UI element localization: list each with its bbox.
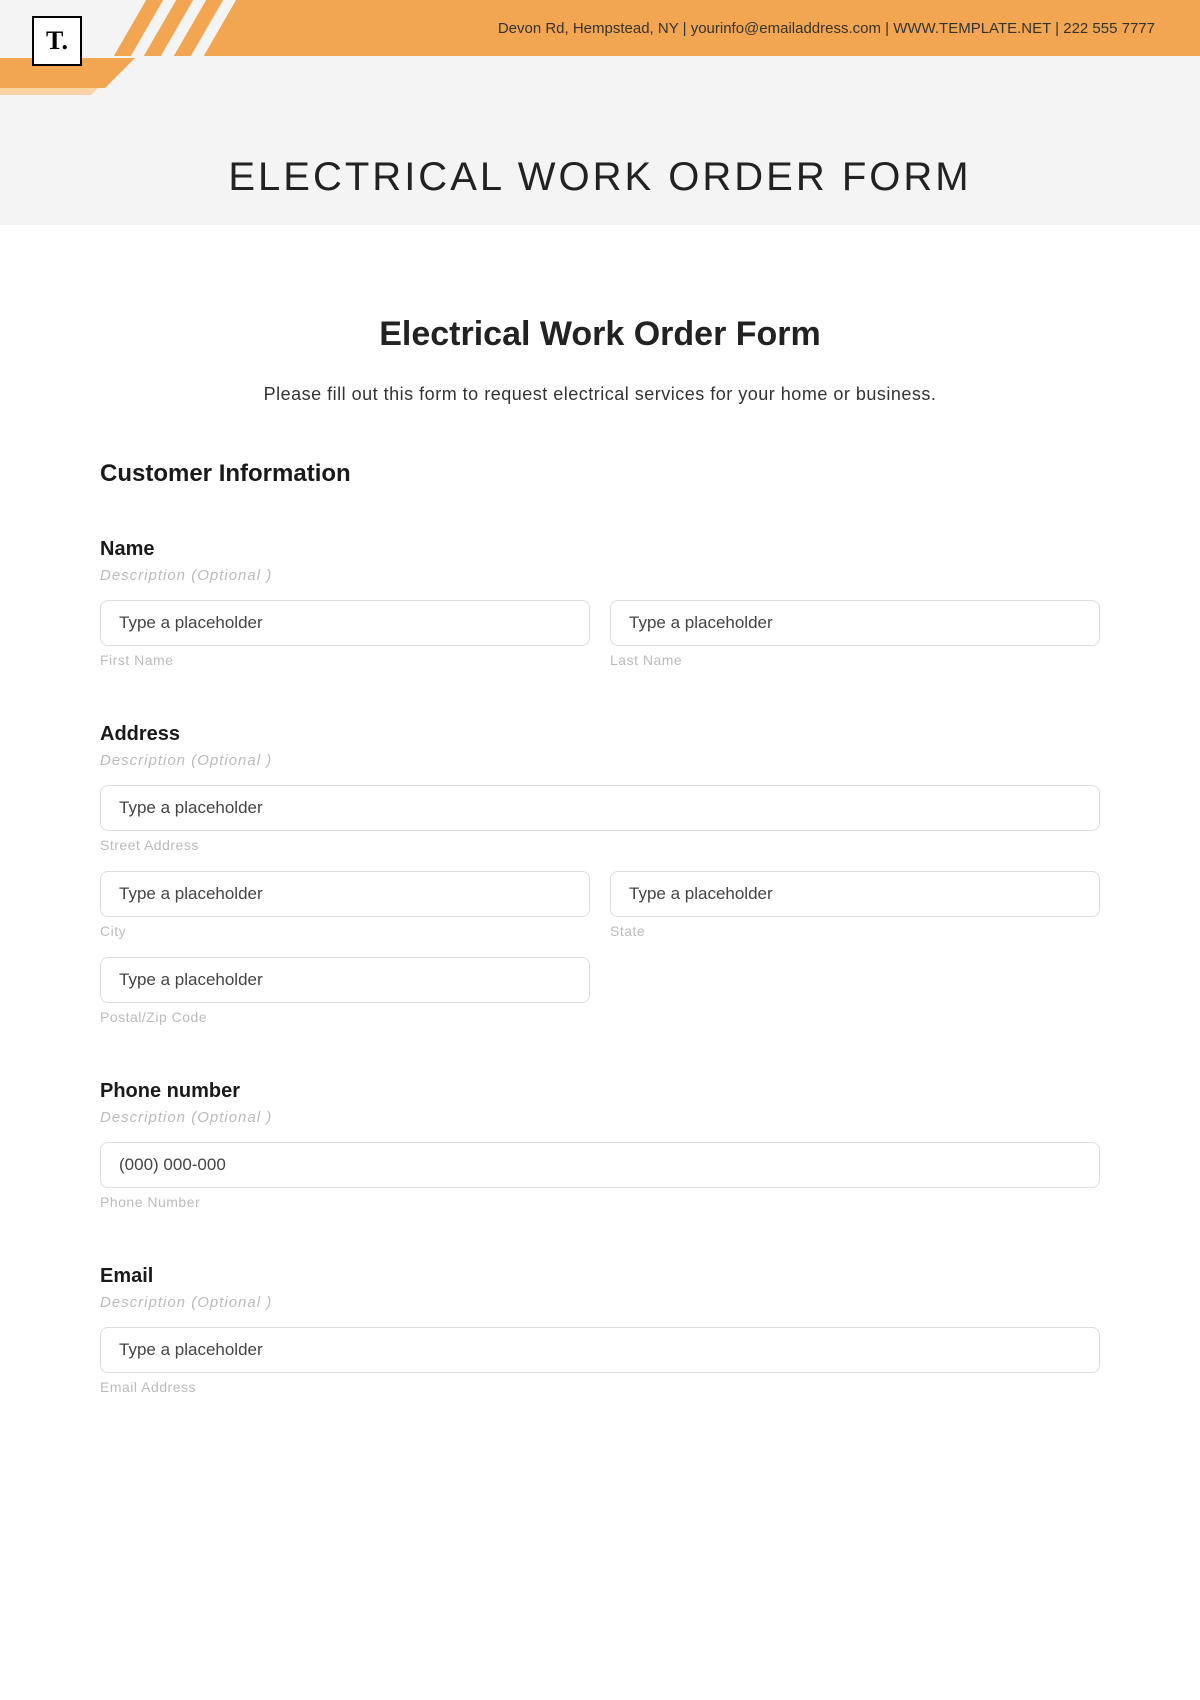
phone-desc: Description (Optional ) xyxy=(100,1109,1100,1126)
email-input[interactable] xyxy=(100,1327,1100,1373)
phone-input[interactable] xyxy=(100,1142,1100,1188)
email-field-group: Email Description (Optional ) Email Addr… xyxy=(100,1265,1100,1395)
form-container: Electrical Work Order Form Please fill o… xyxy=(0,225,1200,1395)
email-label: Email xyxy=(100,1265,1100,1288)
form-title: Electrical Work Order Form xyxy=(100,315,1100,354)
postal-input[interactable] xyxy=(100,957,590,1003)
phone-sublabel: Phone Number xyxy=(100,1194,1100,1210)
contact-text: Devon Rd, Hempstead, NY | yourinfo@email… xyxy=(498,20,1155,37)
section-heading-customer: Customer Information xyxy=(100,460,1100,488)
contact-bar: Devon Rd, Hempstead, NY | yourinfo@email… xyxy=(260,0,1200,56)
name-field-group: Name Description (Optional ) First Name … xyxy=(100,538,1100,668)
city-sublabel: City xyxy=(100,923,590,939)
name-label: Name xyxy=(100,538,1100,561)
street-address-input[interactable] xyxy=(100,785,1100,831)
state-input[interactable] xyxy=(610,871,1100,917)
state-sublabel: State xyxy=(610,923,1100,939)
postal-sublabel: Postal/Zip Code xyxy=(100,1009,590,1025)
street-sublabel: Street Address xyxy=(100,837,1100,853)
logo: T. xyxy=(32,16,82,66)
header-banner: T. Devon Rd, Hempstead, NY | yourinfo@em… xyxy=(0,0,1200,225)
phone-label: Phone number xyxy=(100,1080,1100,1103)
last-name-input[interactable] xyxy=(610,600,1100,646)
email-sublabel: Email Address xyxy=(100,1379,1100,1395)
phone-field-group: Phone number Description (Optional ) Pho… xyxy=(100,1080,1100,1210)
name-desc: Description (Optional ) xyxy=(100,567,1100,584)
address-label: Address xyxy=(100,723,1100,746)
address-field-group: Address Description (Optional ) Street A… xyxy=(100,723,1100,1025)
first-name-sublabel: First Name xyxy=(100,652,590,668)
page-title: ELECTRICAL WORK ORDER FORM xyxy=(0,155,1200,200)
last-name-sublabel: Last Name xyxy=(610,652,1100,668)
city-input[interactable] xyxy=(100,871,590,917)
first-name-input[interactable] xyxy=(100,600,590,646)
email-desc: Description (Optional ) xyxy=(100,1294,1100,1311)
form-intro: Please fill out this form to request ele… xyxy=(100,384,1100,405)
address-desc: Description (Optional ) xyxy=(100,752,1100,769)
top-bar: T. Devon Rd, Hempstead, NY | yourinfo@em… xyxy=(0,0,1200,95)
